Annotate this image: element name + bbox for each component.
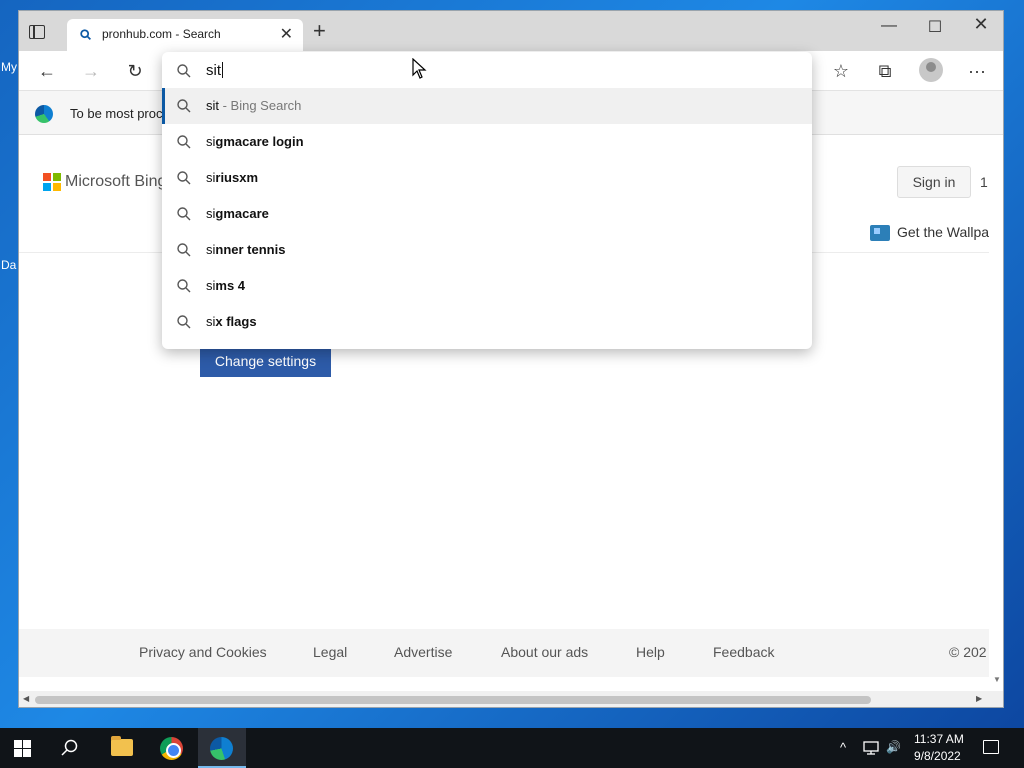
profile-avatar[interactable] xyxy=(919,58,943,82)
taskbar: ^ 🔊 11:37 AM 9/8/2022 xyxy=(0,728,1024,768)
suggestion-prefix: sit xyxy=(206,98,219,113)
footer-link-feedback[interactable]: Feedback xyxy=(713,644,774,660)
clock-time[interactable]: 11:37 AM xyxy=(914,732,964,746)
search-icon[interactable] xyxy=(60,738,80,758)
search-icon xyxy=(177,64,191,78)
desktop-icon-label[interactable]: My xyxy=(1,60,17,74)
infobar-message: To be most proc xyxy=(70,106,163,121)
search-icon xyxy=(177,315,191,329)
forward-button[interactable]: → xyxy=(79,59,103,83)
suggestion-prefix: si xyxy=(206,206,216,221)
edge-logo-icon xyxy=(35,105,53,123)
footer-link-about-ads[interactable]: About our ads xyxy=(501,644,588,660)
volume-icon[interactable]: 🔊 xyxy=(886,740,901,754)
search-icon xyxy=(177,207,191,221)
scroll-right-icon[interactable]: ▶ xyxy=(976,694,982,703)
suggestion-completion: gmacare login xyxy=(215,134,304,149)
suggestion-item[interactable]: sigmacare xyxy=(162,196,812,232)
rewards-count[interactable]: 1 xyxy=(980,174,988,190)
windows-start-icon[interactable] xyxy=(14,740,32,757)
network-icon[interactable] xyxy=(862,740,880,756)
edge-button[interactable] xyxy=(198,728,246,768)
address-bar-dropdown: sit sit - Bing Search sigmacare login si… xyxy=(162,52,812,349)
suggestion-item[interactable]: sinner tennis xyxy=(162,232,812,268)
microsoft-logo-icon xyxy=(43,173,61,191)
scrollbar-thumb[interactable] xyxy=(35,696,871,704)
footer-link-legal[interactable]: Legal xyxy=(313,644,347,660)
file-explorer-button[interactable] xyxy=(98,728,146,768)
change-settings-button[interactable]: Change settings xyxy=(200,346,331,377)
footer-link-help[interactable]: Help xyxy=(636,644,665,660)
suggestion-prefix: si xyxy=(206,134,216,149)
suggestion-prefix: si xyxy=(206,242,216,257)
wallpaper-icon[interactable] xyxy=(870,225,890,241)
suggestion-item[interactable]: siriusxm xyxy=(162,160,812,196)
footer-link-advertise[interactable]: Advertise xyxy=(394,644,452,660)
folder-icon xyxy=(111,736,133,756)
get-wallpaper-link[interactable]: Get the Wallpa xyxy=(897,224,989,240)
maximize-button[interactable]: ☐ xyxy=(925,17,945,37)
close-tab-icon[interactable]: ✕ xyxy=(280,24,293,44)
horizontal-scrollbar[interactable]: ◀ ▶ xyxy=(19,691,1003,707)
chrome-button[interactable] xyxy=(148,728,196,768)
tab-actions-icon[interactable] xyxy=(29,25,45,39)
scroll-down-icon[interactable]: ▼ xyxy=(993,675,1001,684)
address-bar[interactable]: sit xyxy=(162,52,812,88)
tab-bar: pronhub.com - Search ✕ + — ☐ ✕ xyxy=(19,11,1003,51)
back-button[interactable]: ← xyxy=(35,59,59,83)
tab-active[interactable]: pronhub.com - Search ✕ xyxy=(67,19,303,51)
mouse-cursor-icon xyxy=(412,58,427,79)
clock-date[interactable]: 9/8/2022 xyxy=(914,749,961,763)
footer-link-privacy[interactable]: Privacy and Cookies xyxy=(139,644,267,660)
suggestion-prefix: si xyxy=(206,314,216,329)
address-bar-input[interactable]: sit xyxy=(206,62,223,79)
tab-title: pronhub.com - Search xyxy=(102,27,221,41)
search-icon xyxy=(177,171,191,185)
suggestion-item[interactable]: six flags xyxy=(162,304,812,340)
vertical-scrollbar[interactable]: ▼ xyxy=(989,135,1003,691)
suggestion-prefix: si xyxy=(206,278,216,293)
minimize-button[interactable]: — xyxy=(879,17,899,35)
sign-in-button[interactable]: Sign in xyxy=(897,166,971,198)
suggestion-prefix: si xyxy=(206,170,216,185)
bing-brand[interactable]: Microsoft Bing xyxy=(65,173,166,191)
chrome-icon xyxy=(160,737,183,760)
search-icon xyxy=(80,29,91,40)
search-icon xyxy=(177,243,191,257)
desktop-icon-label[interactable]: Da xyxy=(1,258,16,272)
favorites-button[interactable]: ☆ xyxy=(829,59,853,83)
new-tab-button[interactable]: + xyxy=(313,20,326,42)
edge-icon xyxy=(210,737,233,760)
search-icon xyxy=(177,99,191,113)
page-footer: Privacy and Cookies Legal Advertise Abou… xyxy=(19,629,989,677)
suggestion-completion: ms 4 xyxy=(215,278,246,293)
suggestion-item[interactable]: sims 4 xyxy=(162,268,812,304)
tray-chevron-icon[interactable]: ^ xyxy=(840,740,846,755)
refresh-button[interactable]: ↻ xyxy=(123,59,147,83)
scroll-left-icon[interactable]: ◀ xyxy=(23,694,29,703)
search-icon xyxy=(177,135,191,149)
suggestion-item[interactable]: sit - Bing Search xyxy=(162,88,812,124)
suggestion-completion: gmacare xyxy=(215,206,269,221)
search-icon xyxy=(177,279,191,293)
suggestion-hint: - Bing Search xyxy=(219,98,302,113)
suggestion-item[interactable]: sigmacare login xyxy=(162,124,812,160)
footer-copyright: © 202 xyxy=(949,644,987,660)
suggestion-completion: riusxm xyxy=(215,170,259,185)
suggestion-completion: x flags xyxy=(215,314,257,329)
notification-icon[interactable] xyxy=(983,740,999,754)
settings-more-button[interactable]: ··· xyxy=(965,59,989,83)
collections-button[interactable]: ⧉ xyxy=(873,59,897,83)
close-window-button[interactable]: ✕ xyxy=(971,14,991,35)
suggestion-completion: nner tennis xyxy=(215,242,286,257)
